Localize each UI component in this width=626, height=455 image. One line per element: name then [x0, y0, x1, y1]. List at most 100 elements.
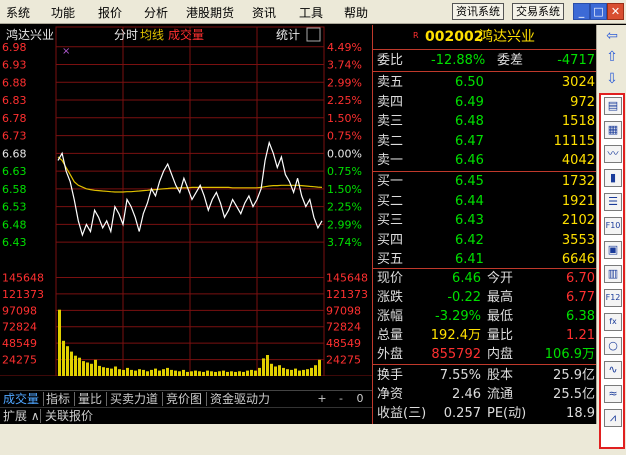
- volume-bar: [78, 357, 81, 376]
- fx-icon[interactable]: fx: [604, 313, 622, 331]
- arrow-down-icon[interactable]: ⇩: [604, 71, 620, 87]
- quote-stat-row[interactable]: 外盘 855792 内盘 106.9万: [373, 345, 597, 364]
- stat-value: 106.9万: [544, 347, 595, 362]
- volume-bar: [130, 369, 133, 376]
- buy-level-row[interactable]: 买二 6.44 1921: [373, 192, 597, 211]
- close-icon[interactable]: ✕: [607, 3, 624, 20]
- buy-level-row[interactable]: 买五 6.41 6646: [373, 250, 597, 269]
- f10-icon[interactable]: F10: [604, 217, 622, 235]
- buy-level-row[interactable]: 买四 6.42 3553: [373, 231, 597, 250]
- chart-marker-icon: ×: [62, 46, 70, 57]
- volume-bar: [262, 358, 265, 376]
- arrow-left-icon[interactable]: ⇦: [604, 28, 620, 44]
- quote-stat-row[interactable]: 涨跌 -0.22 最高 6.77: [373, 288, 597, 307]
- volume-bar: [318, 359, 321, 376]
- wave-icon[interactable]: ∿: [604, 361, 622, 379]
- sell-level-row[interactable]: 卖五 6.50 3024: [373, 73, 597, 92]
- tab-extend[interactable]: 扩展 ∧: [3, 408, 40, 424]
- minimize-icon[interactable]: _: [573, 3, 590, 20]
- dual-wave-icon[interactable]: ≈: [604, 385, 622, 403]
- zoom-in-button[interactable]: +: [314, 392, 330, 406]
- chart-avg-label[interactable]: 均线: [140, 28, 164, 42]
- tab-buy-sell-force[interactable]: 买卖力道: [110, 391, 158, 407]
- sell-level-row[interactable]: 卖四 6.49 972: [373, 93, 597, 112]
- volume-bar: [146, 371, 149, 376]
- menu-hk-futures[interactable]: 港股期货: [186, 4, 234, 21]
- buy-level-row[interactable]: 买一 6.45 1732: [373, 172, 597, 191]
- volume-bar: [290, 369, 293, 376]
- chart-vol-label[interactable]: 成交量: [168, 27, 204, 42]
- quote-panel: R 002002 鸿达兴业 委比 -12.88% 委差 -4717 卖五 6.50…: [372, 25, 597, 424]
- sell-level-label: 卖二: [377, 133, 404, 149]
- menu-system[interactable]: 系统: [6, 4, 30, 21]
- divider: [373, 71, 597, 72]
- menu-quote[interactable]: 报价: [98, 4, 122, 21]
- intraday-chart[interactable]: 6.98 4.49% 6.93 3.74% 6.88 2.99% 6.83 2.25% 6.78…: [0, 25, 372, 376]
- restore-icon[interactable]: □: [590, 3, 607, 20]
- volume-bar: [142, 369, 145, 376]
- candlestick-icon[interactable]: ▮: [604, 169, 622, 187]
- buy-level-price: 6.42: [455, 232, 484, 248]
- menu-help[interactable]: 帮助: [344, 4, 368, 21]
- buy-level-price: 6.45: [455, 174, 484, 189]
- volume-axis-label: 24275: [2, 354, 37, 367]
- tab-volume[interactable]: 成交量: [3, 391, 39, 407]
- quote-stat-row[interactable]: 总量 192.4万 量比 1.21: [373, 326, 597, 345]
- volume-bar: [302, 369, 305, 376]
- buy-level-label: 买四: [377, 232, 404, 248]
- menu-tools[interactable]: 工具: [299, 4, 323, 21]
- circle-icon[interactable]: ○: [604, 337, 622, 355]
- fundamental-row[interactable]: 净资 2.46 流通 25.5亿: [373, 385, 597, 404]
- volume-bar: [74, 355, 77, 376]
- buy-level-price: 6.43: [455, 213, 484, 228]
- sell-level-row[interactable]: 卖二 6.47 11115: [373, 132, 597, 151]
- quote-stat-row[interactable]: 现价 6.46 今开 6.70: [373, 269, 597, 288]
- trade-system-button[interactable]: 交易系统: [512, 3, 564, 20]
- f12-icon[interactable]: F12: [604, 289, 622, 307]
- zoom-reset-button[interactable]: 0: [352, 392, 368, 406]
- tab-capital-drive[interactable]: 资金驱动力: [210, 391, 270, 407]
- sell-level-row[interactable]: 卖一 6.46 4042: [373, 151, 597, 170]
- sell-level-row[interactable]: 卖三 6.48 1518: [373, 112, 597, 131]
- buy-level-label: 买二: [377, 193, 404, 209]
- volume-bar: [310, 367, 313, 376]
- arrow-up-icon[interactable]: ⇧: [604, 49, 620, 65]
- tab-volume-ratio[interactable]: 量比: [78, 391, 102, 407]
- fundamental-label: 流通: [487, 387, 514, 402]
- volume-bar: [186, 371, 189, 376]
- buy-level-row[interactable]: 买三 6.43 2102: [373, 211, 597, 230]
- menu-function[interactable]: 功能: [51, 4, 75, 21]
- line-chart-icon[interactable]: 〰: [604, 145, 622, 163]
- volume-bar: [66, 346, 69, 376]
- quote-title: R 002002 鸿达兴业: [373, 28, 597, 48]
- fundamental-row[interactable]: 换手 7.55% 股本 25.9亿: [373, 366, 597, 385]
- fundamental-row[interactable]: 收益(三) 0.257 PE(动) 18.9: [373, 404, 597, 423]
- chart-mode-label[interactable]: 分时: [114, 28, 138, 42]
- tab-related-quotes[interactable]: 关联报价: [45, 408, 93, 424]
- volume-bar: [230, 371, 233, 376]
- sell-level-volume: 1518: [561, 114, 595, 129]
- menu-analysis[interactable]: 分析: [144, 4, 168, 21]
- tab-auction-chart[interactable]: 竞价图: [166, 391, 202, 407]
- quote-sheet-icon[interactable]: ▤: [604, 97, 622, 115]
- pct-axis-label: 2.99%: [327, 76, 362, 89]
- buy-level-price: 6.41: [455, 252, 484, 267]
- quote-stat-row[interactable]: 涨幅 -3.29% 最低 6.38: [373, 307, 597, 326]
- menu-news[interactable]: 资讯: [252, 4, 276, 21]
- fundamental-label: 净资: [377, 387, 404, 402]
- category-icon[interactable]: ▣: [604, 241, 622, 259]
- chart-stats-button[interactable]: 统计: [276, 28, 300, 42]
- list-icon[interactable]: ☰: [604, 193, 622, 211]
- volume-axis-label-right: 145648: [326, 271, 368, 284]
- zoom-out-button[interactable]: -: [333, 392, 349, 406]
- volume-bar: [278, 365, 281, 376]
- tab-indicator[interactable]: 指标: [46, 391, 70, 407]
- order-ratio-row: 委比 -12.88% 委差 -4717: [373, 51, 597, 70]
- compare-chart-icon[interactable]: ⩘: [604, 409, 622, 427]
- doc-icon[interactable]: ▥: [604, 265, 622, 283]
- chart-expand-icon[interactable]: [306, 27, 321, 42]
- news-system-button[interactable]: 资讯系统: [452, 3, 504, 20]
- grid-table-icon[interactable]: ▦: [604, 121, 622, 139]
- volume-bar: [282, 367, 285, 376]
- volume-bar: [82, 361, 85, 376]
